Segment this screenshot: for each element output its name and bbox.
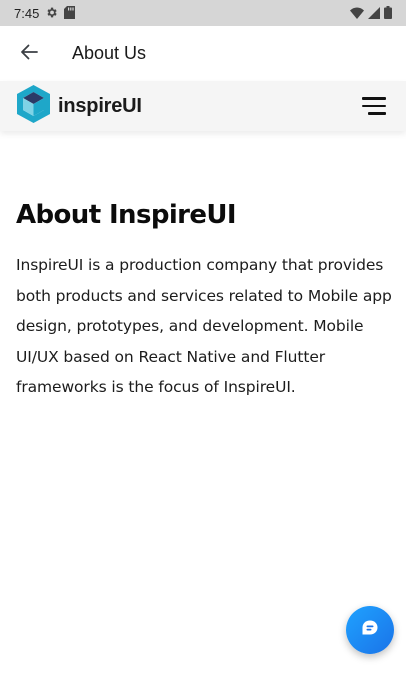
wifi-icon [350,4,364,23]
inspireui-logo-icon [15,84,52,128]
back-button[interactable] [0,26,58,81]
about-heading: About InspireUI [16,200,237,230]
signal-icon [368,4,380,23]
chat-button[interactable] [346,606,394,654]
app-bar: About Us [0,26,406,81]
status-right [350,4,392,23]
status-left: 7:45 [14,4,76,23]
status-bar: 7:45 [0,0,406,26]
chat-bubble-icon [361,619,379,641]
hamburger-menu-icon[interactable] [358,94,386,118]
about-paragraph: InspireUI is a production company that p… [16,256,392,397]
site-header: inspireUI [0,81,406,131]
about-content: About InspireUI InspireUI is a productio… [16,200,396,403]
arrow-left-icon [20,43,38,65]
sd-card-icon [64,4,76,23]
gear-icon [45,4,58,23]
logo-text: inspireUI [58,94,142,117]
status-time: 7:45 [14,5,40,21]
page-title: About Us [72,43,147,63]
battery-icon [384,4,392,23]
logo[interactable]: inspireUI [15,84,142,128]
